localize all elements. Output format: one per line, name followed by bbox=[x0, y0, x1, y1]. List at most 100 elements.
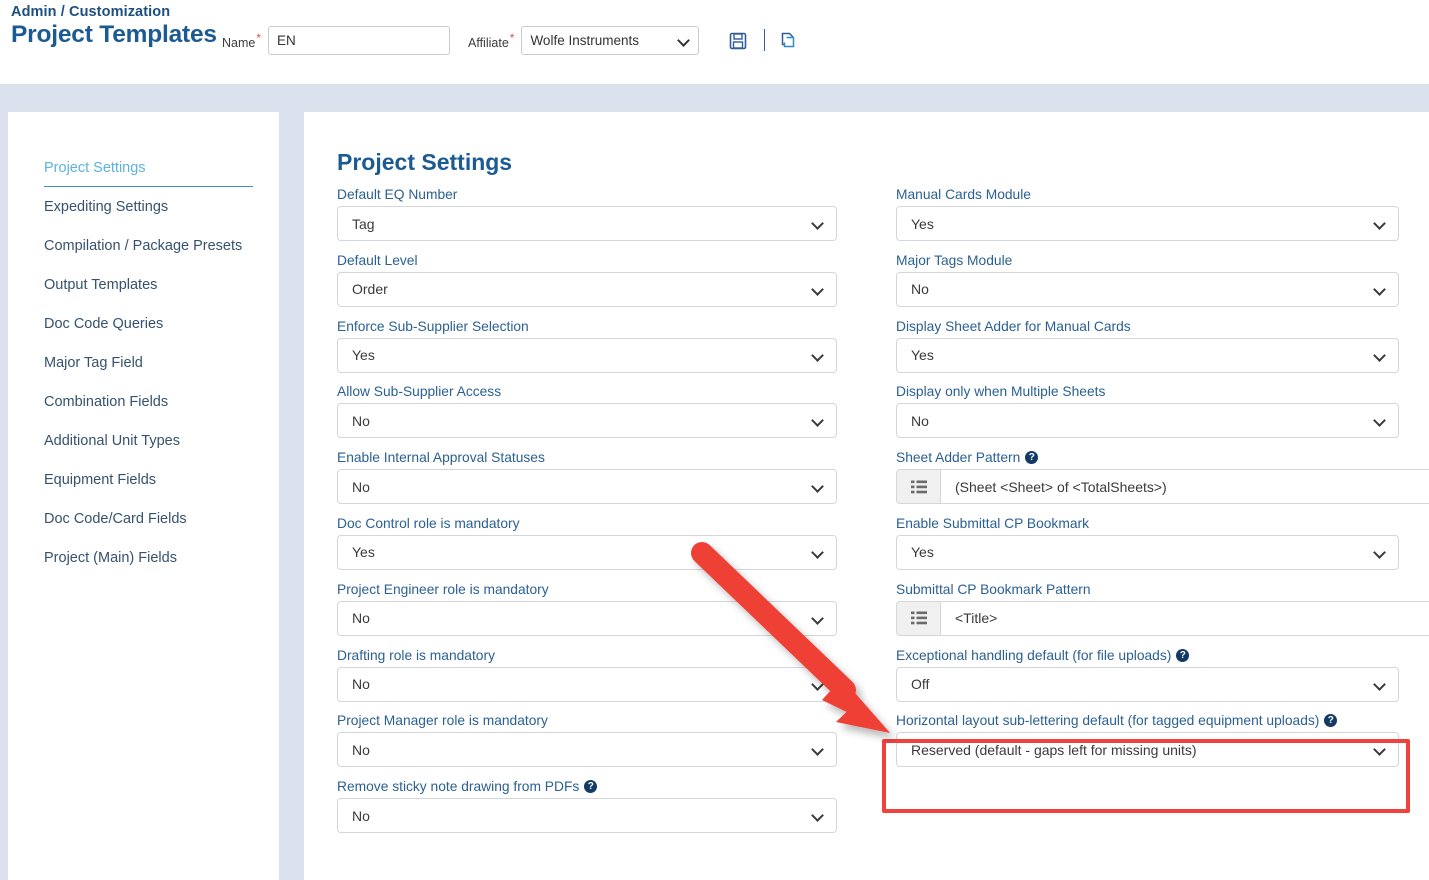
duplicate-button[interactable] bbox=[776, 28, 802, 54]
enable-submittal-cp-bookmark-select[interactable]: Yes bbox=[896, 534, 1399, 570]
field-label: Major Tags Module bbox=[896, 252, 1013, 268]
display-sheet-adder-manual-cards-select[interactable]: Yes bbox=[896, 337, 1399, 373]
field-sheet-adder-pattern: Sheet Adder Pattern ? (Sheet <Sheet> of … bbox=[896, 450, 1429, 505]
horizontal-layout-sub-lettering-default-select[interactable]: Reserved (default - gaps left for missin… bbox=[896, 732, 1399, 768]
field-enable-submittal-cp-bookmark: Enable Submittal CP Bookmark Yes bbox=[896, 516, 1429, 570]
remove-sticky-note-drawing-select[interactable]: No bbox=[337, 798, 837, 834]
project-manager-role-mandatory-select[interactable]: No bbox=[337, 732, 837, 768]
chevron-down-icon bbox=[813, 613, 824, 624]
field-label: Remove sticky note drawing from PDFs ? bbox=[337, 779, 839, 794]
field-label: Display only when Multiple Sheets bbox=[896, 384, 1106, 400]
manual-cards-module-select[interactable]: Yes bbox=[896, 206, 1399, 241]
chevron-down-icon bbox=[1375, 218, 1386, 229]
sidebar-item-project-settings[interactable]: Project Settings bbox=[8, 148, 279, 187]
display-only-multiple-sheets-select[interactable]: No bbox=[896, 403, 1399, 439]
doc-control-role-mandatory-select[interactable]: Yes bbox=[337, 534, 837, 570]
select-value: No bbox=[911, 412, 929, 429]
select-value: Tag bbox=[352, 215, 375, 232]
save-floppy-icon bbox=[729, 32, 747, 50]
sidebar-item-label: Project Settings bbox=[44, 159, 146, 176]
affiliate-select[interactable]: Wolfe Instruments bbox=[521, 26, 700, 55]
save-button[interactable] bbox=[725, 28, 751, 54]
name-input[interactable] bbox=[268, 26, 451, 55]
sidebar-item-additional-unit-types[interactable]: Additional Unit Types bbox=[8, 421, 279, 460]
submittal-cp-bookmark-pattern-value[interactable]: <Title> bbox=[941, 602, 1429, 635]
field-label: Default EQ Number bbox=[337, 187, 458, 202]
field-label: Enable Internal Approval Statuses bbox=[337, 450, 545, 466]
field-label: Allow Sub-Supplier Access bbox=[337, 384, 502, 400]
sidebar-item-combination-fields[interactable]: Combination Fields bbox=[8, 382, 279, 421]
sidebar-item-label: Additional Unit Types bbox=[44, 432, 180, 449]
sidebar-item-label: Compilation / Package Presets bbox=[44, 237, 243, 254]
chevron-down-icon bbox=[813, 810, 824, 821]
major-tags-module-select[interactable]: No bbox=[896, 271, 1399, 307]
sidebar-item-label: Combination Fields bbox=[44, 393, 169, 410]
chevron-down-icon bbox=[813, 350, 824, 361]
submittal-cp-bookmark-pattern-picker-button[interactable] bbox=[897, 601, 941, 635]
field-project-manager-role-mandatory: Project Manager role is mandatory No bbox=[337, 713, 839, 768]
chevron-down-icon bbox=[813, 415, 824, 426]
chevron-down-icon bbox=[813, 284, 824, 295]
select-value: No bbox=[352, 741, 370, 758]
help-icon[interactable]: ? bbox=[1176, 648, 1190, 662]
settings-content-panel: Project Settings Default EQ Number Tag D… bbox=[304, 112, 1429, 880]
field-remove-sticky-note-drawing: Remove sticky note drawing from PDFs ? N… bbox=[337, 779, 839, 834]
select-value: No bbox=[911, 281, 929, 298]
select-value: Reserved (default - gaps left for missin… bbox=[911, 741, 1197, 758]
field-submittal-cp-bookmark-pattern: Submittal CP Bookmark Pattern <Title> bbox=[896, 582, 1429, 636]
sheet-adder-pattern-value[interactable]: (Sheet <Sheet> of <TotalSheets>) bbox=[941, 470, 1429, 503]
select-value: Yes bbox=[911, 215, 934, 232]
field-allow-sub-supplier-access: Allow Sub-Supplier Access No bbox=[337, 384, 839, 439]
enable-internal-approval-statuses-select[interactable]: No bbox=[337, 469, 837, 505]
sidebar-item-doc-code-queries[interactable]: Doc Code Queries bbox=[8, 304, 279, 343]
help-icon[interactable]: ? bbox=[1025, 451, 1039, 465]
name-label: Name* bbox=[222, 30, 262, 51]
name-field-group: Name* bbox=[222, 26, 451, 55]
field-label: Manual Cards Module bbox=[896, 187, 1031, 202]
field-doc-control-role-mandatory: Doc Control role is mandatory Yes bbox=[337, 516, 839, 570]
page-header: Admin / Customization Project Templates … bbox=[0, 0, 1429, 84]
select-value: Off bbox=[911, 676, 930, 693]
exceptional-handling-default-select[interactable]: Off bbox=[896, 666, 1399, 702]
sidebar-nav-list: Project Settings Expediting Settings Com… bbox=[8, 112, 279, 577]
chevron-down-icon bbox=[813, 547, 824, 558]
field-project-engineer-role-mandatory: Project Engineer role is mandatory No bbox=[337, 582, 839, 636]
sidebar-item-equipment-fields[interactable]: Equipment Fields bbox=[8, 460, 279, 499]
sidebar-item-doc-code-card-fields[interactable]: Doc Code/Card Fields bbox=[8, 499, 279, 538]
field-label: Enforce Sub-Supplier Selection bbox=[337, 318, 529, 334]
chevron-down-icon bbox=[1375, 415, 1386, 426]
sidebar-item-label: Equipment Fields bbox=[44, 471, 157, 488]
enforce-sub-supplier-selection-select[interactable]: Yes bbox=[337, 337, 837, 373]
field-enable-internal-approval-statuses: Enable Internal Approval Statuses No bbox=[337, 450, 839, 505]
field-default-eq-number: Default EQ Number Tag bbox=[337, 187, 839, 241]
select-value: Yes bbox=[911, 544, 934, 561]
default-level-select[interactable]: Order bbox=[337, 271, 837, 307]
allow-sub-supplier-access-select[interactable]: No bbox=[337, 403, 837, 439]
affiliate-select-value: Wolfe Instruments bbox=[530, 33, 639, 48]
sidebar-item-output-templates[interactable]: Output Templates bbox=[8, 265, 279, 304]
help-icon[interactable]: ? bbox=[1324, 714, 1338, 728]
sidebar-item-major-tag-field[interactable]: Major Tag Field bbox=[8, 343, 279, 382]
field-horizontal-layout-sub-lettering-default: Horizontal layout sub-lettering default … bbox=[896, 713, 1429, 768]
field-enforce-sub-supplier-selection: Enforce Sub-Supplier Selection Yes bbox=[337, 319, 839, 373]
chevron-down-icon bbox=[1375, 284, 1386, 295]
help-icon[interactable]: ? bbox=[584, 780, 598, 794]
sidebar-item-project-main-fields[interactable]: Project (Main) Fields bbox=[8, 538, 279, 577]
field-display-only-multiple-sheets: Display only when Multiple Sheets No bbox=[896, 384, 1429, 439]
breadcrumb: Admin / Customization bbox=[11, 4, 171, 20]
select-value: No bbox=[352, 807, 370, 824]
chevron-down-icon bbox=[679, 35, 690, 46]
sheet-adder-pattern-picker-button[interactable] bbox=[897, 470, 941, 504]
field-label: Drafting role is mandatory bbox=[337, 647, 495, 663]
default-eq-number-select[interactable]: Tag bbox=[337, 206, 837, 241]
sidebar-item-compilation-package-presets[interactable]: Compilation / Package Presets bbox=[8, 226, 279, 265]
field-label: Sheet Adder Pattern ? bbox=[896, 450, 1429, 465]
select-value: No bbox=[352, 610, 370, 627]
sidebar-item-expediting-settings[interactable]: Expediting Settings bbox=[8, 187, 279, 226]
field-exceptional-handling-default: Exceptional handling default (for file u… bbox=[896, 648, 1429, 702]
field-label: Doc Control role is mandatory bbox=[337, 515, 520, 531]
drafting-role-mandatory-select[interactable]: No bbox=[337, 666, 837, 702]
list-pattern-icon bbox=[910, 611, 927, 625]
section-title: Project Settings bbox=[337, 149, 513, 175]
project-engineer-role-mandatory-select[interactable]: No bbox=[337, 600, 837, 636]
